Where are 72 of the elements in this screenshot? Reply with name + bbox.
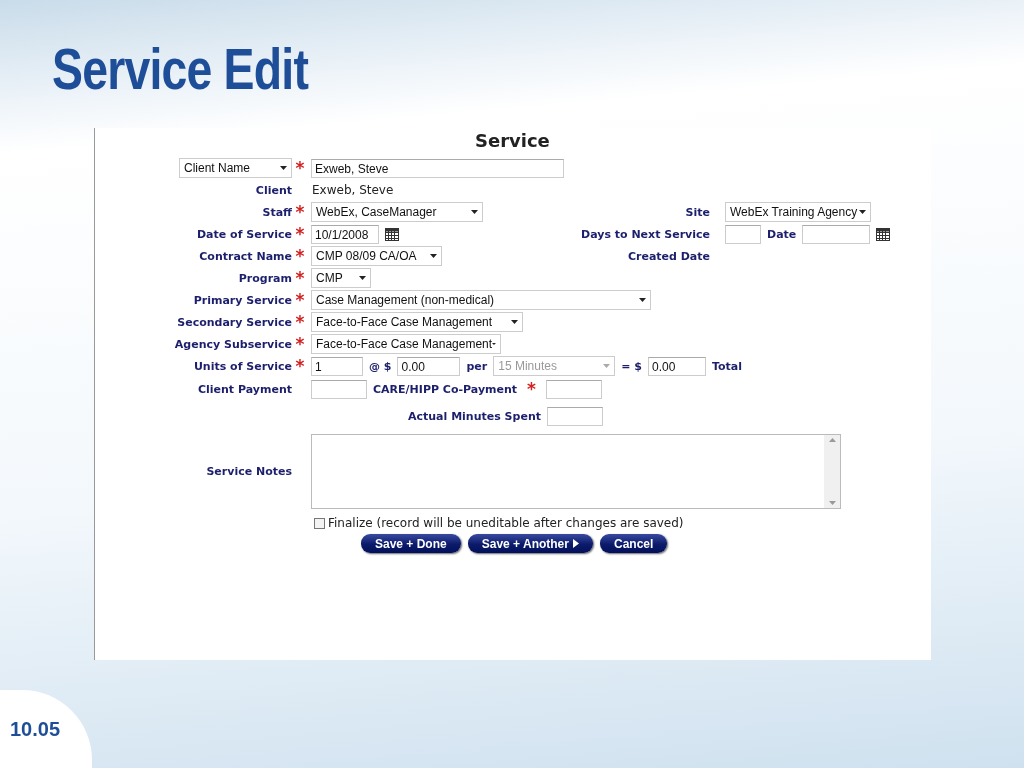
field-label: Staff — [262, 205, 292, 219]
required-asterisk: * — [295, 225, 305, 243]
required-asterisk: * — [295, 291, 305, 309]
finalize-checkbox[interactable] — [314, 517, 325, 529]
client-value: Exweb, Steve — [312, 183, 394, 197]
required-asterisk: * — [295, 357, 305, 375]
field-type-dropdown[interactable]: Client Name — [179, 158, 292, 178]
field-label: = $ — [621, 359, 642, 373]
required-asterisk: * — [295, 269, 305, 287]
dropdown-field[interactable]: WebEx Training Agency — [725, 202, 871, 222]
dropdown-caret-icon — [359, 276, 366, 280]
required-asterisk: * — [295, 247, 305, 265]
dropdown-field[interactable]: CMP 08/09 CA/OA — [311, 246, 442, 266]
play-arrow-icon — [572, 539, 579, 548]
field-label: Site — [685, 205, 710, 219]
text-field[interactable]: 0.00 — [647, 356, 706, 376]
form-title: Service — [475, 130, 550, 151]
field-label: per — [466, 359, 488, 373]
slide-title: Service Edit — [52, 40, 309, 98]
scrollbar-icon[interactable] — [824, 434, 840, 508]
field-label: Primary Service — [193, 293, 292, 307]
text-field[interactable] — [545, 380, 602, 399]
dropdown-caret-icon — [639, 298, 646, 302]
field-label: Date of Service — [197, 227, 292, 241]
field-label: Program — [238, 271, 292, 285]
field-label: Days to Next Service — [581, 227, 710, 241]
dropdown-field[interactable]: Case Management (non-medical) — [311, 290, 651, 310]
field-label: Date — [767, 227, 797, 241]
text-field[interactable] — [725, 224, 761, 244]
field-label: CARE/HIPP Co-Payment — [373, 383, 518, 396]
field-label: Contract Name — [199, 249, 292, 263]
dropdown-caret-icon — [471, 210, 478, 214]
field-label: Units of Service — [193, 359, 292, 373]
dropdown-caret-icon — [280, 166, 287, 170]
field-label: Secondary Service — [177, 315, 292, 329]
text-field[interactable]: 1 — [311, 356, 363, 376]
dropdown-field[interactable]: Face-to-Face Case Management — [311, 312, 523, 332]
finalize-label: Finalize (record will be uneditable after changes are saved) — [328, 516, 684, 530]
dropdown-caret-icon — [492, 342, 496, 346]
field-label: @ $ — [369, 359, 392, 373]
field-label: Actual Minutes Spent — [408, 409, 541, 423]
required-asterisk: * — [295, 159, 305, 177]
text-field[interactable] — [546, 406, 603, 426]
field-label: Client Payment — [197, 383, 292, 396]
calendar-icon[interactable] — [876, 227, 891, 241]
dropdown-field[interactable]: Face-to-Face Case Management — [311, 334, 501, 354]
dropdown-caret-icon — [859, 210, 866, 214]
field-label: Total — [711, 359, 742, 373]
text-field[interactable]: 0.00 — [397, 356, 461, 376]
dropdown-caret-icon — [511, 320, 518, 324]
field-label: Agency Subservice — [174, 337, 292, 351]
dropdown-field[interactable]: WebEx, CaseManager — [311, 202, 483, 222]
field-label: Created Date — [627, 249, 710, 263]
form-button[interactable]: Save + Another — [467, 534, 593, 553]
field-label: Client — [255, 183, 292, 197]
calendar-icon[interactable] — [385, 227, 399, 241]
form-button[interactable]: Cancel — [599, 534, 668, 553]
text-field[interactable] — [311, 380, 367, 399]
field-label: Service Notes — [206, 464, 292, 478]
dropdown-field[interactable]: CMP — [311, 268, 371, 288]
notes-textarea[interactable] — [311, 433, 841, 509]
text-field[interactable]: Exweb, Steve — [311, 158, 564, 178]
date-field[interactable] — [802, 224, 871, 244]
dropdown-caret-icon — [603, 364, 611, 368]
required-asterisk: * — [295, 313, 305, 331]
required-asterisk: * — [295, 335, 305, 353]
page-number: 10.05 — [10, 717, 61, 741]
required-asterisk: * — [527, 381, 536, 398]
form-button[interactable]: Save + Done — [361, 534, 461, 553]
dropdown-caret-icon — [430, 254, 437, 258]
date-field[interactable]: 10/1/2008 — [311, 224, 379, 244]
required-asterisk: * — [295, 203, 305, 221]
